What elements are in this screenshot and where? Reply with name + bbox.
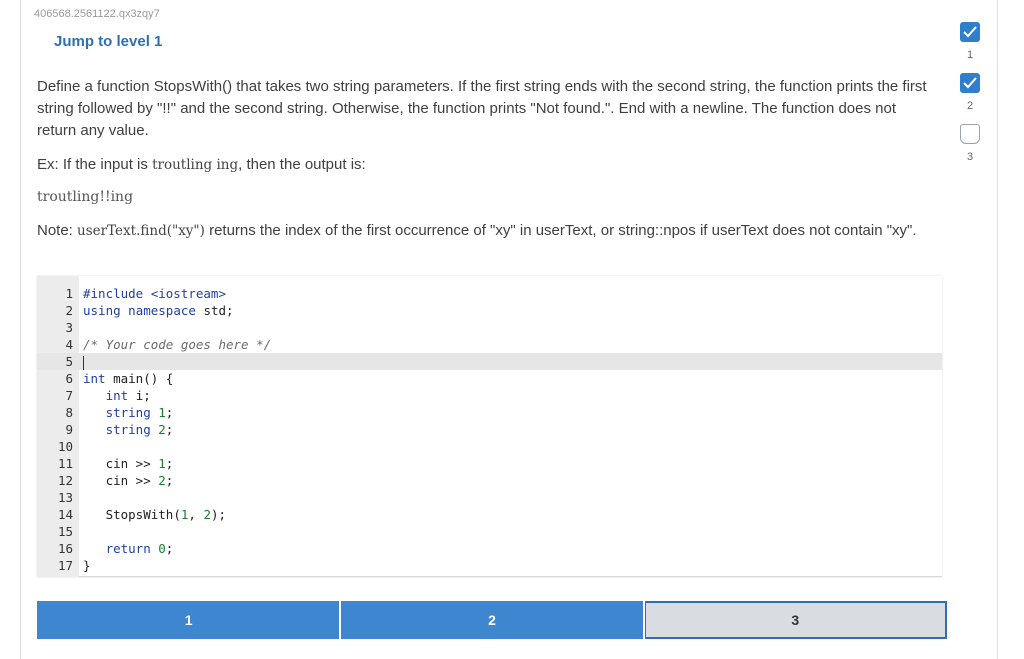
level-progress-bar: 123 bbox=[37, 601, 947, 639]
line-number: 11 bbox=[57, 456, 73, 471]
code-line[interactable]: 7 int i; bbox=[37, 387, 942, 404]
code-text[interactable]: /* Your code goes here */ bbox=[83, 336, 271, 353]
line-number: 16 bbox=[57, 541, 73, 556]
checklist-level-number: 2 bbox=[966, 100, 974, 112]
code-line[interactable]: 2 using namespace std; bbox=[37, 302, 942, 319]
code-text[interactable]: cin >> 2; bbox=[83, 472, 174, 489]
line-number: 3 bbox=[65, 320, 73, 335]
line-number: 2 bbox=[65, 303, 73, 318]
code-text[interactable]: #include <iostream> bbox=[83, 285, 226, 302]
instructions-paragraph: Define a function StopsWith() that takes… bbox=[37, 78, 927, 139]
jump-to-level-link[interactable]: Jump to level 1 bbox=[54, 33, 162, 50]
code-text[interactable]: string 1; bbox=[83, 404, 174, 421]
code-line[interactable]: 3 bbox=[37, 319, 942, 336]
level-1-button[interactable]: 1 bbox=[37, 601, 341, 639]
level-3-button[interactable]: 3 bbox=[643, 601, 947, 639]
example-suffix: , then the output is: bbox=[238, 156, 366, 173]
code-line[interactable]: 16 return 0; bbox=[37, 540, 942, 557]
code-line[interactable]: 5 bbox=[37, 353, 942, 370]
code-text[interactable]: } bbox=[83, 557, 91, 574]
line-number: 7 bbox=[65, 388, 73, 403]
level-separator bbox=[339, 601, 342, 639]
code-line[interactable]: 17} bbox=[37, 557, 942, 574]
code-line[interactable]: 11 cin >> 1; bbox=[37, 455, 942, 472]
code-text[interactable]: using namespace std; bbox=[83, 302, 234, 319]
level-separator bbox=[642, 601, 645, 639]
checkmark-icon bbox=[960, 22, 980, 42]
code-editor[interactable]: 1 #include <iostream> 2 using namespace std… bbox=[37, 276, 942, 577]
checkmark-icon bbox=[960, 73, 980, 93]
code-text[interactable]: int i; bbox=[83, 387, 151, 404]
line-number: 17 bbox=[57, 558, 73, 573]
line-number: 15 bbox=[57, 524, 73, 539]
unchecked-box-icon bbox=[960, 124, 980, 144]
code-line[interactable]: 9 string 2; bbox=[37, 421, 942, 438]
example-output: troutling!!ing bbox=[37, 189, 134, 205]
code-line[interactable]: 12 cin >> 2; bbox=[37, 472, 942, 489]
code-line[interactable]: 14 StopsWith(1, 2); bbox=[37, 506, 942, 523]
code-line[interactable]: 4 /* Your code goes here */ bbox=[37, 336, 942, 353]
activity-id: 406568.2561122.qx3zqy7 bbox=[34, 8, 160, 20]
text-cursor bbox=[83, 355, 84, 370]
line-number: 13 bbox=[57, 490, 73, 505]
code-text[interactable]: cin >> 1; bbox=[83, 455, 174, 472]
line-number: 5 bbox=[65, 354, 73, 369]
note-paragraph: Note: userText.find("xy") returns the in… bbox=[37, 220, 937, 242]
line-number: 4 bbox=[65, 337, 73, 352]
level-2-button[interactable]: 2 bbox=[340, 601, 644, 639]
checklist-level-number: 1 bbox=[966, 49, 974, 61]
code-line[interactable]: 1 #include <iostream> bbox=[37, 285, 942, 302]
code-text[interactable]: int main() { bbox=[83, 370, 173, 387]
line-number: 9 bbox=[65, 422, 73, 437]
example-paragraph: Ex: If the input is troutling ing, then … bbox=[37, 154, 937, 176]
code-line[interactable]: 6 int main() { bbox=[37, 370, 942, 387]
line-number: 12 bbox=[57, 473, 73, 488]
code-line[interactable]: 10 bbox=[37, 438, 942, 455]
line-number: 14 bbox=[57, 507, 73, 522]
note-prefix: Note: bbox=[37, 222, 78, 239]
line-number: 10 bbox=[57, 439, 73, 454]
code-text[interactable]: StopsWith(1, 2); bbox=[83, 506, 226, 523]
code-text[interactable] bbox=[83, 353, 84, 370]
line-number: 8 bbox=[65, 405, 73, 420]
example-prefix: Ex: If the input is bbox=[37, 156, 153, 173]
note-suffix: returns the index of the first occurrenc… bbox=[204, 222, 917, 239]
code-line[interactable]: 15 bbox=[37, 523, 942, 540]
line-number: 1 bbox=[65, 286, 73, 301]
code-text[interactable]: string 2; bbox=[83, 421, 174, 438]
line-number: 6 bbox=[65, 371, 73, 386]
example-input-code: troutling ing bbox=[152, 157, 239, 173]
code-line[interactable]: 8 string 1; bbox=[37, 404, 942, 421]
code-text[interactable]: return 0; bbox=[83, 540, 174, 557]
note-code: userText.find("xy") bbox=[77, 223, 205, 239]
checklist-level-number: 3 bbox=[966, 151, 974, 163]
code-line[interactable]: 13 bbox=[37, 489, 942, 506]
